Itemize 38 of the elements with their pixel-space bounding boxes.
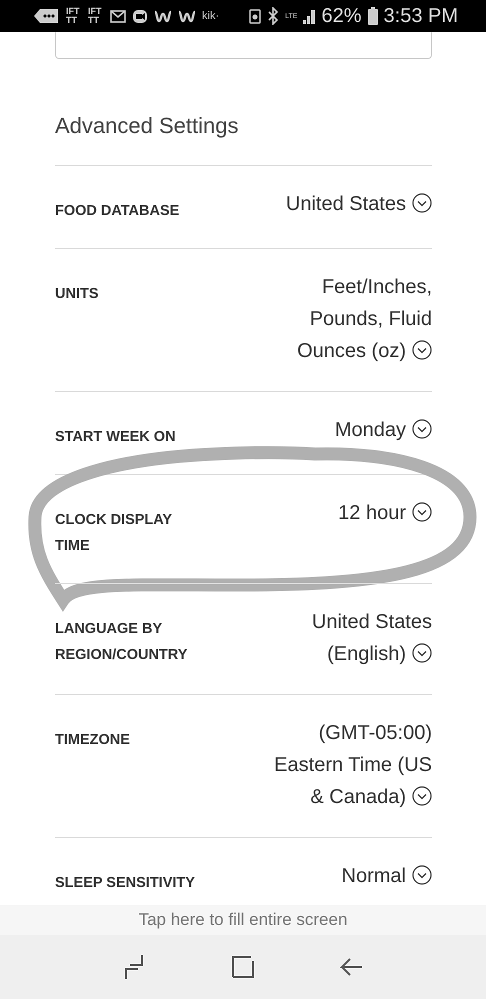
wave-icon (178, 9, 196, 23)
fullscreen-hint-bar[interactable]: Tap here to fill entire screen (0, 905, 486, 935)
wave-icon (154, 9, 172, 23)
clock-time: 3:53 PM (384, 4, 458, 28)
setting-dropdown[interactable]: Monday (257, 414, 432, 446)
chevron-down-icon (412, 502, 432, 522)
setting-dropdown[interactable]: (GMT-05:00) Eastern Time (US & Canada) (257, 717, 432, 813)
app-notification-text: kik· (202, 10, 220, 22)
battery-percentage: 62% (321, 4, 362, 28)
setting-dropdown[interactable]: 12 hour (257, 497, 432, 529)
app-notification-text: IFT TT (66, 7, 80, 25)
setting-dropdown[interactable]: Normal (257, 860, 432, 892)
setting-label: START WEEK ON (55, 428, 177, 447)
more-icon (34, 8, 60, 24)
chat-icon (132, 8, 148, 24)
signal-icon (303, 8, 316, 24)
setting-dropdown[interactable]: United States (English) (257, 606, 432, 670)
setting-dropdown[interactable]: Feet/Inches, Pounds, Fluid Ounces (oz) (257, 271, 432, 367)
battery-icon (368, 7, 378, 25)
chevron-down-icon (412, 786, 432, 806)
chevron-down-icon (412, 193, 432, 213)
chevron-down-icon (412, 340, 432, 360)
chevron-down-icon (412, 865, 432, 885)
setting-label: FOOD DATABASE (55, 202, 180, 221)
setting-dropdown[interactable]: United States (257, 188, 432, 220)
setting-label: UNITS (55, 285, 100, 304)
app-notification-text: IFT TT (88, 7, 102, 25)
setting-label: LANGUAGE BY REGION/COUNTRY (55, 620, 188, 665)
setting-label: SLEEP SENSITIVITY (55, 874, 196, 893)
setting-label: CLOCK DISPLAY TIME (55, 511, 173, 556)
chevron-down-icon (412, 643, 432, 663)
setting-label: TIMEZONE (55, 731, 131, 750)
section-title: Advanced Settings (55, 113, 240, 139)
battery-saver-icon (249, 8, 262, 24)
chevron-down-icon (412, 419, 432, 439)
home-icon[interactable] (230, 955, 255, 979)
bluetooth-icon (267, 7, 280, 25)
mail-icon (110, 10, 126, 22)
